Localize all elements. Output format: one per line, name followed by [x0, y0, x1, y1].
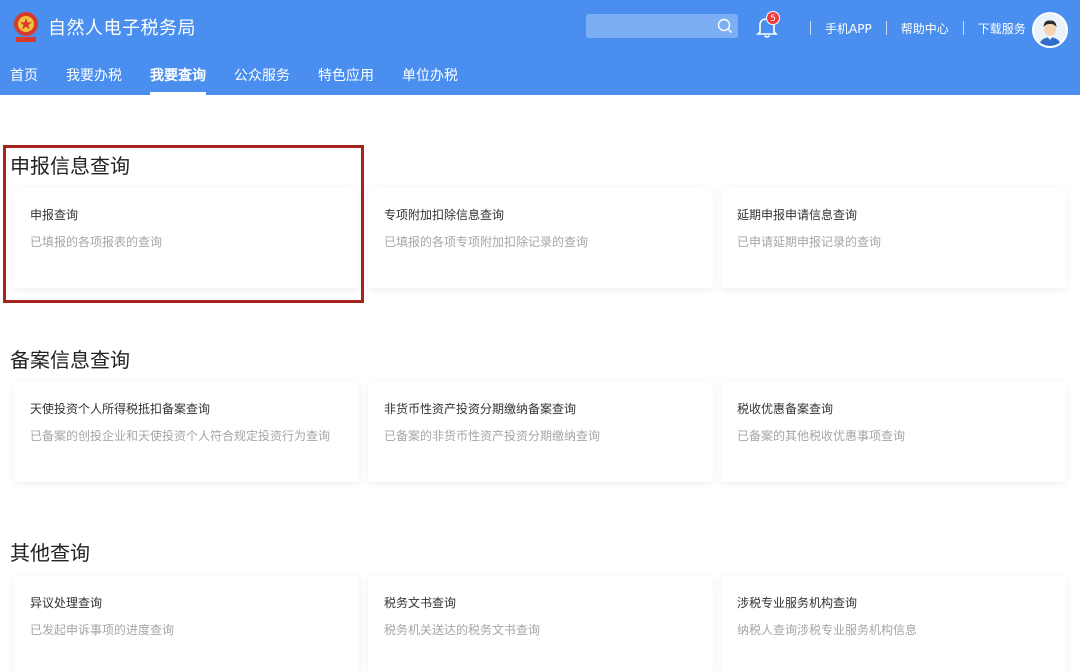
- card-title: 非货币性资产投资分期缴纳备案查询: [384, 402, 577, 416]
- nav-item-query[interactable]: 我要查询: [150, 62, 206, 95]
- section-title-declaration: 申报信息查询: [10, 154, 130, 178]
- nav-item-unit-tax[interactable]: 单位办税: [402, 62, 458, 95]
- card-tax-agency-query[interactable]: 涉税专业服务机构查询 纳税人查询涉税专业服务机构信息: [721, 576, 1066, 672]
- card-title: 税收优惠备案查询: [737, 402, 834, 416]
- card-title: 延期申报申请信息查询: [737, 208, 858, 222]
- card-title: 涉税专业服务机构查询: [737, 596, 858, 610]
- app-title: 自然人电子税务局: [48, 18, 196, 39]
- card-non-monetary-asset-query[interactable]: 非货币性资产投资分期缴纳备案查询 已备案的非货币性资产投资分期缴纳查询: [368, 382, 713, 482]
- card-title: 税务文书查询: [384, 596, 457, 610]
- divider: [962, 21, 964, 35]
- brand[interactable]: 自然人电子税务局: [12, 10, 196, 44]
- nav-item-public-service[interactable]: 公众服务: [234, 62, 290, 95]
- card-desc: 已发起申诉事项的进度查询: [30, 623, 175, 637]
- card-desc: 已填报的各项报表的查询: [30, 235, 163, 249]
- card-desc: 已填报的各项专项附加扣除记录的查询: [384, 235, 589, 249]
- top-links: 手机APP 帮助中心 下载服务: [796, 18, 1026, 38]
- card-declaration-query[interactable]: 申报查询 已填报的各项报表的查询: [14, 188, 359, 288]
- card-desc: 税务机关送达的税务文书查询: [384, 623, 541, 637]
- card-desc: 纳税人查询涉税专业服务机构信息: [737, 623, 918, 637]
- card-special-deduction-query[interactable]: 专项附加扣除信息查询 已填报的各项专项附加扣除记录的查询: [368, 188, 713, 288]
- top-header: 自然人电子税务局 5 手机APP 帮助中心 下载服务 首页 我要办税 我要查询: [0, 0, 1080, 95]
- card-title: 天使投资个人所得税抵扣备案查询: [30, 402, 211, 416]
- download-service-link[interactable]: 下载服务: [978, 20, 1026, 37]
- card-desc: 已申请延期申报记录的查询: [737, 235, 882, 249]
- card-title: 异议处理查询: [30, 596, 103, 610]
- search-input[interactable]: [586, 14, 710, 38]
- user-avatar-icon: [1034, 14, 1066, 46]
- mobile-app-link[interactable]: 手机APP: [825, 20, 872, 37]
- avatar[interactable]: [1032, 12, 1068, 48]
- card-title: 专项附加扣除信息查询: [384, 208, 505, 222]
- notification-badge: 5: [766, 11, 780, 25]
- nav-item-home[interactable]: 首页: [10, 62, 38, 95]
- card-tax-document-query[interactable]: 税务文书查询 税务机关送达的税务文书查询: [368, 576, 713, 672]
- divider: [885, 21, 887, 35]
- tax-bureau-emblem-icon: [14, 12, 38, 42]
- search-icon[interactable]: [716, 17, 734, 35]
- section-title-filing: 备案信息查询: [10, 348, 130, 372]
- card-desc: 已备案的创投企业和天使投资个人符合规定投资行为查询: [30, 429, 331, 443]
- card-objection-query[interactable]: 异议处理查询 已发起申诉事项的进度查询: [14, 576, 359, 672]
- nav-item-featured-apps[interactable]: 特色应用: [318, 62, 374, 95]
- card-desc: 已备案的其他税收优惠事项查询: [737, 429, 906, 443]
- nav-item-tax-handling[interactable]: 我要办税: [66, 62, 122, 95]
- card-deferred-declaration-query[interactable]: 延期申报申请信息查询 已申请延期申报记录的查询: [721, 188, 1066, 288]
- section-title-other: 其他查询: [10, 541, 90, 565]
- divider: [810, 21, 811, 35]
- main-nav: 首页 我要办税 我要查询 公众服务 特色应用 单位办税: [0, 62, 476, 95]
- card-title: 申报查询: [30, 208, 79, 222]
- search-box[interactable]: [586, 14, 738, 38]
- card-tax-incentive-query[interactable]: 税收优惠备案查询 已备案的其他税收优惠事项查询: [721, 382, 1066, 482]
- help-center-link[interactable]: 帮助中心: [901, 20, 949, 37]
- card-angel-investment-query[interactable]: 天使投资个人所得税抵扣备案查询 已备案的创投企业和天使投资个人符合规定投资行为查…: [14, 382, 359, 482]
- card-desc: 已备案的非货币性资产投资分期缴纳查询: [384, 429, 601, 443]
